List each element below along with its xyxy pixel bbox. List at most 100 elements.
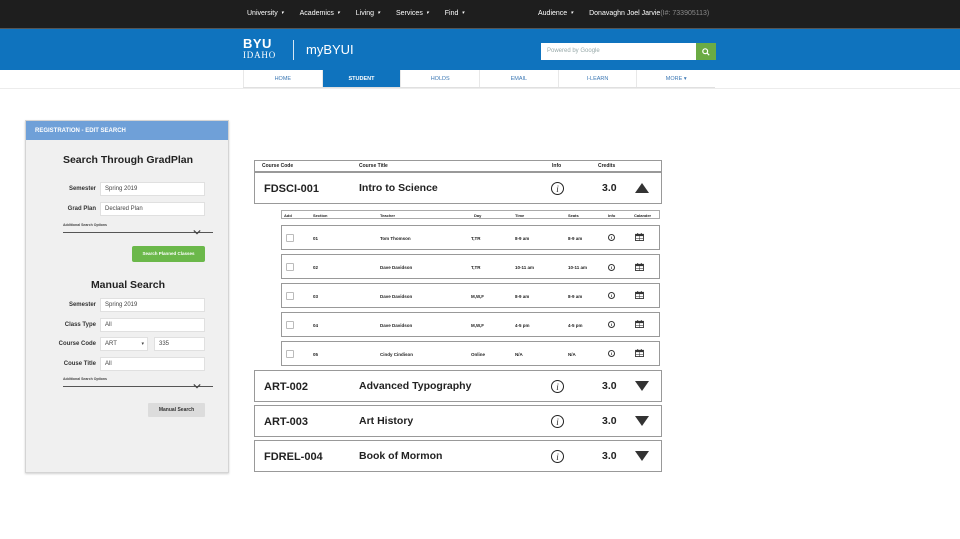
section-number: 01 xyxy=(313,236,319,241)
expand-arrow-icon[interactable] xyxy=(635,381,649,391)
byu-idaho-logo[interactable]: BYU IDAHO xyxy=(243,37,276,60)
section-teacher: Tom Thomson xyxy=(380,236,411,241)
info-icon[interactable]: i xyxy=(608,234,615,241)
section-teacher: Dave Davidson xyxy=(380,323,413,328)
app-title[interactable]: myBYUI xyxy=(306,42,354,57)
add-checkbox[interactable] xyxy=(286,350,294,358)
user-name[interactable]: Donavaghn Joel Jarvie xyxy=(589,10,660,17)
col-day: Day xyxy=(474,213,482,218)
nav-services[interactable]: Services ▾ xyxy=(396,10,429,17)
section-teacher: Dave Davidson xyxy=(380,294,413,299)
calendar-icon[interactable] xyxy=(635,291,644,299)
add-checkbox[interactable] xyxy=(286,292,294,300)
course-code: ART-003 xyxy=(264,416,309,428)
course-row[interactable]: ART-002 Advanced Typography i 3.0 xyxy=(254,370,662,402)
info-icon[interactable]: i xyxy=(551,450,564,463)
section-time: 8-9 am xyxy=(515,236,530,241)
col-calendar: Calander xyxy=(634,213,652,218)
calendar-icon[interactable] xyxy=(635,233,644,241)
gp-semester-label: Semester xyxy=(68,186,96,192)
nav-find[interactable]: Find ▾ xyxy=(445,10,465,17)
nav-living[interactable]: Living ▾ xyxy=(356,10,380,17)
course-row[interactable]: FDSCI-001 Intro to Science i 3.0 xyxy=(254,172,662,204)
section-teacher: Dave Davidson xyxy=(380,265,413,270)
info-icon[interactable]: i xyxy=(608,292,615,299)
nav-academics[interactable]: Academics ▾ xyxy=(300,10,340,17)
section-row: 01 Tom Thomson T,TR 8-9 am 8-9 am i xyxy=(281,225,660,250)
section-number: 03 xyxy=(313,294,319,299)
ms-coursecode-select[interactable]: ART ▾ xyxy=(100,337,148,351)
chevron-down-icon[interactable] xyxy=(193,228,201,236)
gp-gradplan-field[interactable]: Declared Plan xyxy=(100,202,205,216)
search-input[interactable]: Powered by Google xyxy=(541,43,696,60)
gp-gradplan-label: Grad Plan xyxy=(67,206,96,212)
ms-coursecode-label: Course Code xyxy=(58,341,96,347)
section-seats: 8-9 am xyxy=(568,294,583,299)
ms-coursenum-field[interactable]: 335 xyxy=(154,337,205,351)
section-number: 02 xyxy=(313,265,319,270)
calendar-icon[interactable] xyxy=(635,320,644,328)
tab-more[interactable]: MORE ▾ xyxy=(636,70,715,87)
caret-down-icon: ▾ xyxy=(335,10,340,17)
search-button[interactable] xyxy=(696,43,716,60)
section-teacher: Cindy Cindison xyxy=(380,352,413,357)
col-course-title: Course Title xyxy=(359,163,388,169)
section-seats: 4-5 pm xyxy=(568,323,583,328)
section-time: 4-5 pm xyxy=(515,323,530,328)
tab-home[interactable]: HOME xyxy=(243,70,322,87)
expand-arrow-icon[interactable] xyxy=(635,451,649,461)
tab-student[interactable]: STUDENT xyxy=(321,70,401,87)
info-icon[interactable]: i xyxy=(608,264,615,271)
col-seats: Seats xyxy=(568,213,579,218)
add-checkbox[interactable] xyxy=(286,263,294,271)
add-checkbox[interactable] xyxy=(286,234,294,242)
ms-classtype-field[interactable]: All xyxy=(100,318,205,332)
course-row[interactable]: FDREL-004 Book of Mormon i 3.0 xyxy=(254,440,662,472)
course-title: Intro to Science xyxy=(359,182,438,194)
header-divider xyxy=(293,40,294,60)
course-credits: 3.0 xyxy=(602,182,617,194)
tab-email[interactable]: EMAIL xyxy=(479,70,558,87)
ms-coursetitle-label: Couse Title xyxy=(63,361,96,367)
site-header: BYU IDAHO myBYUI Powered by Google xyxy=(0,29,960,70)
section-seats: N/A xyxy=(568,352,576,357)
tab-holds[interactable]: HOLDS xyxy=(400,70,479,87)
info-icon[interactable]: i xyxy=(551,182,564,195)
nav-university[interactable]: University ▾ xyxy=(247,10,284,17)
section-seats: 10-11 am xyxy=(568,265,588,270)
col-time: Time xyxy=(515,213,525,218)
ms-coursetitle-field[interactable]: All xyxy=(100,357,205,371)
section-row: 02 Dave Davidson T,TR 10-11 am 10-11 am … xyxy=(281,254,660,279)
caret-down-icon: ▾ xyxy=(141,341,144,347)
expand-arrow-icon[interactable] xyxy=(635,416,649,426)
course-row[interactable]: ART-003 Art History i 3.0 xyxy=(254,405,662,437)
caret-down-icon: ▾ xyxy=(682,76,687,82)
add-checkbox[interactable] xyxy=(286,321,294,329)
caret-down-icon: ▾ xyxy=(424,10,429,17)
section-row: 05 Cindy Cindison Online N/A N/A i xyxy=(281,341,660,366)
col-info: Info xyxy=(552,163,562,169)
ms-semester-field[interactable]: Spring 2019 xyxy=(100,298,205,312)
search-planned-classes-button[interactable]: Search Planned Classes xyxy=(132,246,205,262)
chevron-down-icon[interactable] xyxy=(193,382,201,390)
tab-ilearn[interactable]: I-LEARN xyxy=(557,70,637,87)
info-icon[interactable]: i xyxy=(551,380,564,393)
calendar-icon[interactable] xyxy=(635,349,644,357)
calendar-icon[interactable] xyxy=(635,263,644,271)
course-credits: 3.0 xyxy=(602,380,617,392)
info-icon[interactable]: i xyxy=(551,415,564,428)
ms-additional-options[interactable]: Additional Search Options xyxy=(63,377,213,387)
header-rule xyxy=(0,88,960,89)
gp-additional-options[interactable]: Additional Search Options xyxy=(63,223,213,233)
manual-search-button[interactable]: Manual Search xyxy=(148,403,205,417)
collapse-arrow-icon[interactable] xyxy=(635,183,649,193)
logo-bottom: IDAHO xyxy=(243,50,276,60)
manual-search-title: Manual Search xyxy=(90,279,166,291)
ms-semester-label: Semester xyxy=(68,302,96,308)
gp-semester-field[interactable]: Spring 2019 xyxy=(100,182,205,196)
info-icon[interactable]: i xyxy=(608,321,615,328)
sections-header: Add Section Teacher Day Time Seats Info … xyxy=(281,210,660,219)
info-icon[interactable]: i xyxy=(608,350,615,357)
section-row: 03 Dave Davidson M,W,F 8-9 am 8-9 am i xyxy=(281,283,660,308)
nav-audience[interactable]: Audience ▾ xyxy=(538,10,573,17)
